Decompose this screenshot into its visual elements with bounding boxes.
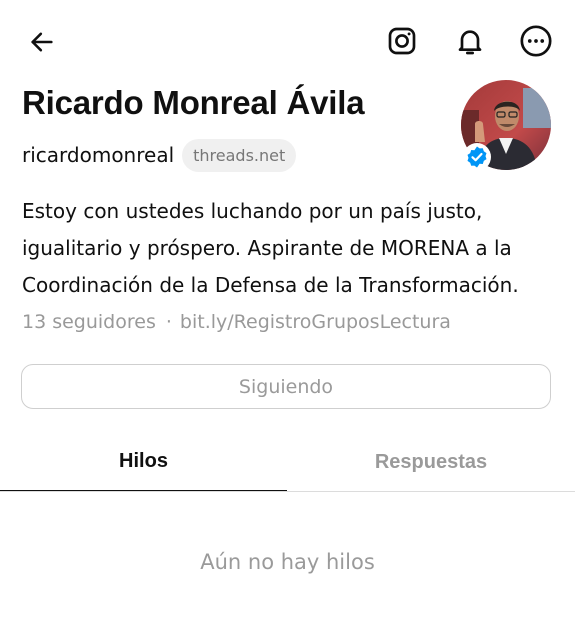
handle-row: ricardomonreal threads.net bbox=[22, 135, 297, 175]
back-button[interactable] bbox=[24, 24, 60, 60]
bio-line: igualitario y próspero. Aspirante de MOR… bbox=[22, 236, 512, 260]
instagram-button[interactable] bbox=[384, 23, 420, 59]
followers-count[interactable]: 13 seguidores bbox=[22, 311, 156, 333]
verified-check-icon bbox=[467, 146, 487, 168]
more-options-button[interactable] bbox=[518, 23, 554, 59]
profile-name: Ricardo Monreal Ávila bbox=[22, 84, 365, 121]
bio-line: Estoy con ustedes luchando por un país j… bbox=[22, 199, 483, 223]
bell-icon bbox=[458, 30, 482, 55]
tabs-divider bbox=[0, 491, 575, 492]
bio-line: Coordinación de la Defensa de la Transfo… bbox=[22, 273, 519, 297]
tab-hilos[interactable]: Hilos bbox=[0, 432, 287, 492]
following-button[interactable]: Siguiendo bbox=[21, 364, 551, 409]
notifications-button[interactable] bbox=[452, 23, 488, 59]
verified-badge bbox=[463, 143, 491, 171]
domain-chip[interactable]: threads.net bbox=[182, 138, 297, 172]
tab-respuestas[interactable]: Respuestas bbox=[287, 432, 575, 492]
instagram-icon bbox=[388, 27, 416, 55]
more-horizontal-icon bbox=[520, 25, 552, 57]
arrow-left-icon bbox=[31, 32, 53, 52]
profile-meta: 13 seguidores · bit.ly/RegistroGruposLec… bbox=[22, 307, 451, 337]
username: ricardomonreal bbox=[22, 143, 175, 167]
bio: Estoy con ustedes luchando por un país j… bbox=[22, 193, 542, 304]
profile-link[interactable]: bit.ly/RegistroGruposLectura bbox=[180, 311, 451, 333]
top-bar bbox=[0, 0, 575, 80]
meta-separator: · bbox=[165, 311, 172, 333]
empty-state-message: Aún no hay hilos bbox=[200, 550, 375, 574]
